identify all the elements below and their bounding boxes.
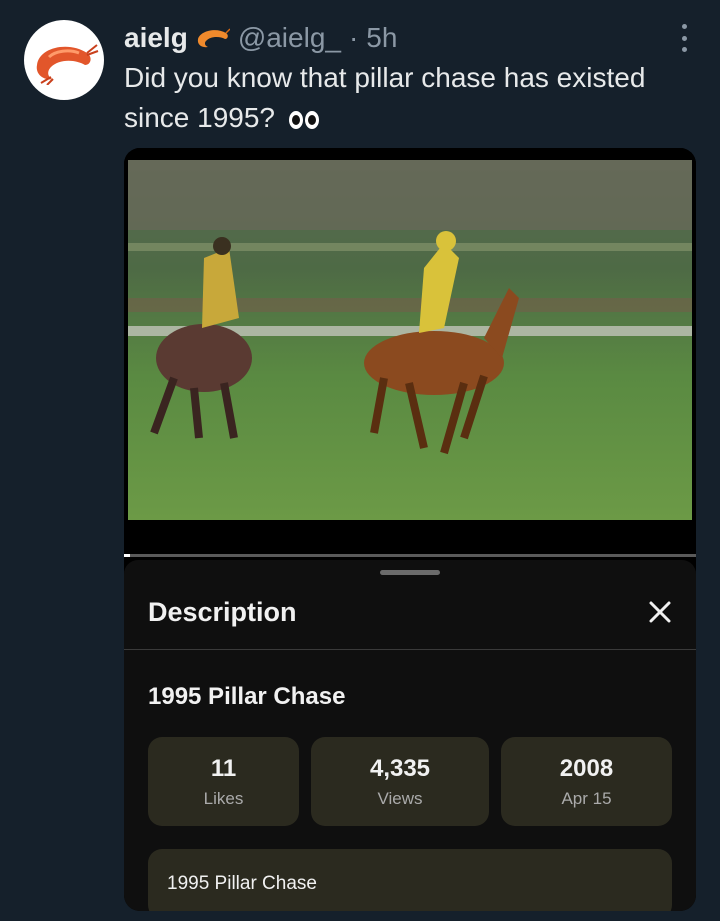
separator-dot: · bbox=[348, 22, 359, 53]
sheet-drag-handle[interactable] bbox=[380, 570, 440, 575]
stat-value: 11 bbox=[210, 754, 237, 782]
stat-likes: 11 Likes bbox=[148, 737, 299, 826]
stat-label: Likes bbox=[203, 788, 244, 808]
media-container[interactable]: Description 1995 Pillar Chase 11 Likes 4… bbox=[124, 148, 696, 911]
shrimp-icon bbox=[196, 27, 230, 49]
avatar[interactable] bbox=[24, 20, 104, 100]
video-frame bbox=[124, 148, 696, 554]
eyes-icon bbox=[288, 110, 319, 129]
description-text: 1995 Pillar Chase bbox=[167, 873, 317, 894]
stat-label: Views bbox=[377, 788, 423, 808]
stat-date: 2008 Apr 15 bbox=[501, 737, 672, 826]
stat-value: 4,335 bbox=[369, 754, 431, 782]
shrimp-icon bbox=[36, 44, 99, 85]
sheet-heading: Description bbox=[148, 597, 297, 627]
tweet-body: Did you know that pillar chase has exist… bbox=[124, 62, 646, 133]
stat-label: Apr 15 bbox=[561, 788, 612, 808]
close-icon[interactable] bbox=[646, 598, 674, 626]
video-player[interactable] bbox=[124, 148, 696, 558]
stat-views: 4,335 Views bbox=[311, 737, 489, 826]
video-title: 1995 Pillar Chase bbox=[148, 683, 346, 710]
tweet-text: Did you know that pillar chase has exist… bbox=[124, 58, 684, 138]
description-sheet: Description 1995 Pillar Chase 11 Likes 4… bbox=[124, 560, 696, 911]
video-progress-bar[interactable] bbox=[124, 554, 696, 557]
video-progress-fill bbox=[124, 554, 130, 557]
description-box[interactable]: 1995 Pillar Chase bbox=[148, 849, 672, 911]
timestamp[interactable]: 5h bbox=[366, 22, 397, 54]
author-handle[interactable]: @aielg_ bbox=[238, 22, 341, 54]
divider bbox=[124, 649, 696, 650]
tweet-header: aielg @aielg_ · 5h bbox=[124, 22, 660, 54]
stat-value: 2008 bbox=[559, 754, 614, 782]
author-name[interactable]: aielg bbox=[124, 22, 188, 54]
more-options-icon[interactable] bbox=[678, 24, 690, 52]
